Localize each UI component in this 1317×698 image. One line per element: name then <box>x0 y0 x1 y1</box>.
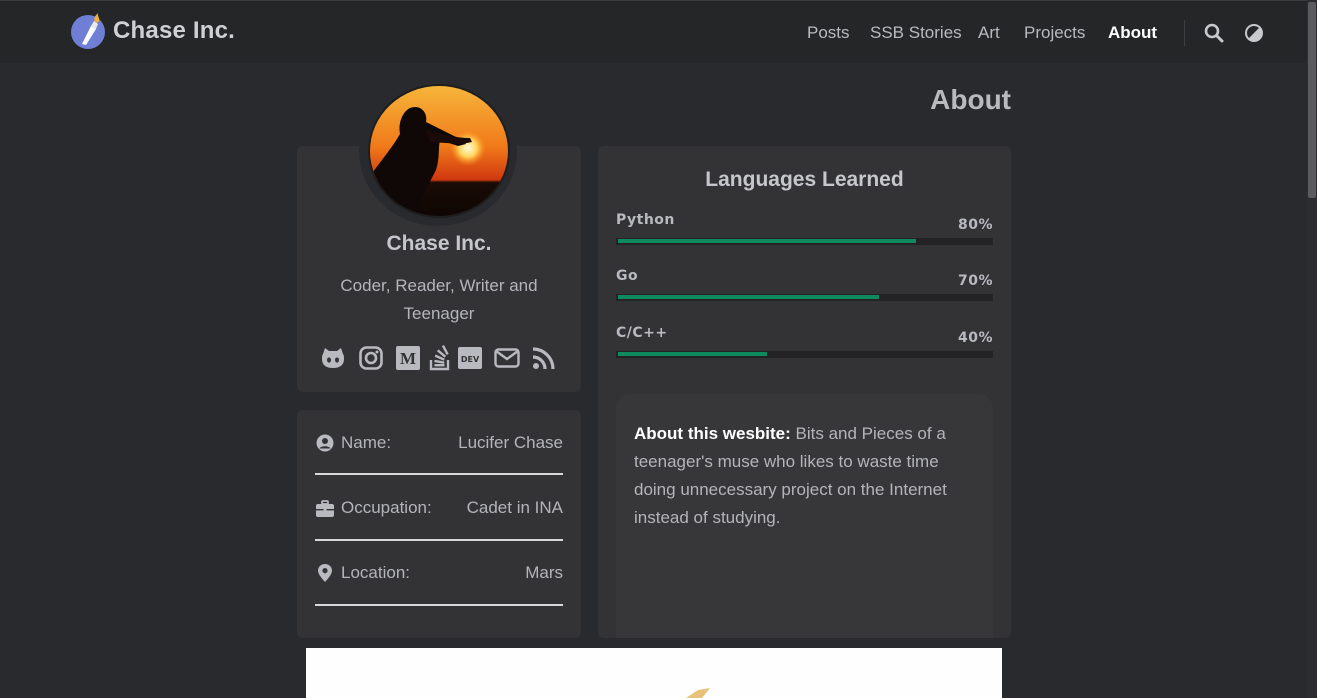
info-label: Name: <box>341 433 392 452</box>
nav-posts[interactable]: Posts <box>807 23 850 43</box>
stackoverflow-icon[interactable] <box>427 345 453 371</box>
avatar <box>368 84 510 218</box>
profile-name: Chase Inc. <box>386 232 492 255</box>
languages-title: Languages Learned <box>705 168 904 191</box>
theme-toggle-icon[interactable] <box>1244 23 1264 43</box>
nav-divider <box>1184 20 1185 46</box>
info-row-occupation: Occupation: Cadet in INA <box>315 498 563 541</box>
about-website-heading: About this wesbite: <box>634 424 791 443</box>
medium-icon[interactable]: M <box>395 345 421 371</box>
top-navbar: Chase Inc. Posts SSB Stories Art Project… <box>0 0 1307 63</box>
progress-fill <box>618 352 767 356</box>
github-icon[interactable] <box>320 345 346 371</box>
instagram-icon[interactable] <box>358 345 384 371</box>
language-percent: 70% <box>957 273 993 289</box>
info-value: Cadet in INA <box>466 498 563 517</box>
main-nav: Posts SSB Stories Art Projects About <box>0 1 1307 64</box>
nav-about[interactable]: About <box>1108 23 1157 43</box>
progress-fill <box>618 295 879 299</box>
scrollbar-thumb[interactable] <box>1308 2 1316 198</box>
progress-track <box>616 294 993 301</box>
page-scrollbar[interactable] <box>1307 0 1317 698</box>
dev-icon[interactable]: DEV <box>457 345 483 371</box>
language-percent: 40% <box>957 330 993 346</box>
profile-tagline: Coder, Reader, Writer and Teenager <box>340 276 538 323</box>
language-name: C/C++ <box>616 325 668 341</box>
language-row-go: Go 70% <box>616 268 993 308</box>
progress-track <box>616 351 993 358</box>
sunset-silhouette-avatar <box>370 86 508 216</box>
info-row-name: Name: Lucifer Chase <box>315 433 563 475</box>
nav-art[interactable]: Art <box>978 23 1000 43</box>
briefcase-icon <box>316 500 334 517</box>
about-website-text: About this wesbite: Bits and Pieces of a… <box>634 420 974 532</box>
language-name: Go <box>616 268 639 284</box>
nav-projects[interactable]: Projects <box>1024 23 1085 43</box>
nav-ssb-stories[interactable]: SSB Stories <box>870 23 962 43</box>
search-icon[interactable] <box>1204 23 1224 43</box>
svg-text:M: M <box>400 349 416 368</box>
info-value: Mars <box>525 563 563 582</box>
progress-fill <box>618 239 916 243</box>
user-circle-icon <box>316 434 334 452</box>
location-pin-icon <box>318 564 332 582</box>
language-row-python: Python 80% <box>616 212 993 252</box>
info-label: Occupation: <box>341 498 432 517</box>
info-value: Lucifer Chase <box>458 433 563 452</box>
progress-track <box>616 238 993 245</box>
language-row-cpp: C/C++ 40% <box>616 325 993 365</box>
email-icon[interactable] <box>494 345 520 371</box>
page-title: About <box>930 84 1011 115</box>
banner-image <box>306 648 1002 698</box>
rss-icon[interactable] <box>531 345 557 371</box>
info-label: Location: <box>341 563 410 582</box>
language-name: Python <box>616 212 675 228</box>
language-percent: 80% <box>957 217 993 233</box>
svg-text:DEV: DEV <box>461 355 480 364</box>
banner-flame-icon <box>686 688 710 698</box>
info-row-location: Location: Mars <box>315 563 563 606</box>
social-links: M DEV <box>318 345 562 371</box>
